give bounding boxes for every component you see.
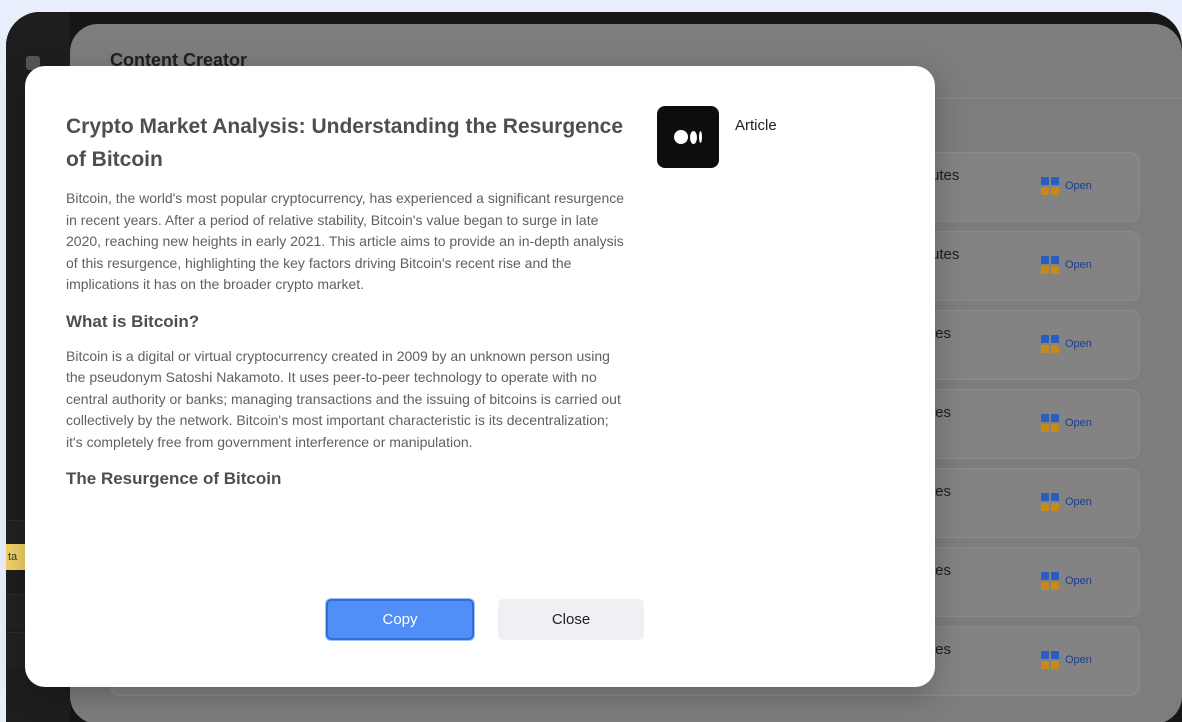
sidebar-tag: ta bbox=[6, 544, 26, 570]
section-heading: The Resurgence of Bitcoin bbox=[66, 469, 282, 488]
grid-icon bbox=[1041, 493, 1059, 511]
close-button[interactable]: Close bbox=[498, 599, 644, 640]
open-button[interactable]: Open bbox=[1041, 493, 1092, 511]
open-button[interactable]: Open bbox=[1041, 256, 1092, 274]
article-title: Crypto Market Analysis: Understanding th… bbox=[66, 115, 624, 171]
content-source: Article bbox=[657, 106, 777, 168]
article-intro: Bitcoin, the world's most popular crypto… bbox=[66, 190, 625, 292]
grid-icon bbox=[1041, 414, 1059, 432]
medium-logo-icon bbox=[657, 106, 719, 168]
grid-icon bbox=[1041, 177, 1059, 195]
open-label: Open bbox=[1065, 496, 1092, 508]
article-preview-modal: Crypto Market Analysis: Understanding th… bbox=[25, 66, 935, 687]
source-label: Article bbox=[735, 116, 777, 134]
open-label: Open bbox=[1065, 654, 1092, 666]
open-label: Open bbox=[1065, 259, 1092, 271]
open-button[interactable]: Open bbox=[1041, 414, 1092, 432]
open-label: Open bbox=[1065, 575, 1092, 587]
grid-icon bbox=[1041, 651, 1059, 669]
grid-icon bbox=[1041, 572, 1059, 590]
section-heading: What is Bitcoin? bbox=[66, 311, 200, 331]
open-button[interactable]: Open bbox=[1041, 651, 1092, 669]
open-label: Open bbox=[1065, 417, 1092, 429]
open-button[interactable]: Open bbox=[1041, 572, 1092, 590]
open-button[interactable]: Open bbox=[1041, 177, 1092, 195]
open-label: Open bbox=[1065, 180, 1092, 192]
grid-icon bbox=[1041, 256, 1059, 274]
section-body: Bitcoin is a digital or virtual cryptocu… bbox=[66, 347, 621, 450]
article-content[interactable]: Crypto Market Analysis: Understanding th… bbox=[66, 110, 626, 582]
copy-button[interactable]: Copy bbox=[326, 599, 474, 640]
open-button[interactable]: Open bbox=[1041, 335, 1092, 353]
open-label: Open bbox=[1065, 338, 1092, 350]
grid-icon bbox=[1041, 335, 1059, 353]
